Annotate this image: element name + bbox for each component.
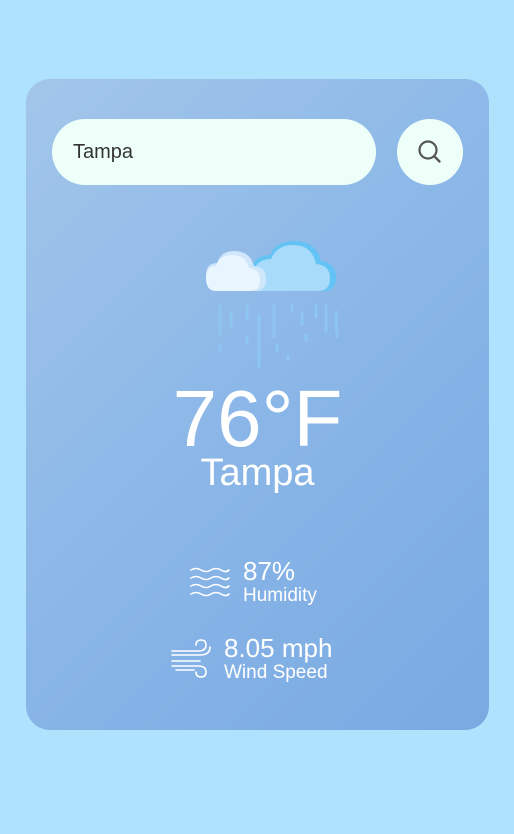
city-name: Tampa bbox=[200, 452, 315, 494]
weather-card: 76°F Tampa 87% Humidity bbox=[26, 79, 489, 730]
wind-text: 8.05 mph Wind Speed bbox=[224, 634, 332, 684]
temperature: 76°F bbox=[172, 374, 343, 463]
search-icon bbox=[418, 140, 441, 163]
rain-cloud-icon bbox=[206, 241, 339, 368]
humidity-detail: 87% Humidity bbox=[189, 557, 317, 607]
humidity-waves-icon bbox=[189, 564, 231, 600]
wind-label: Wind Speed bbox=[224, 662, 328, 683]
humidity-label: Humidity bbox=[243, 585, 317, 606]
wind-value: 8.05 mph bbox=[224, 633, 333, 663]
wind-detail: 8.05 mph Wind Speed bbox=[170, 634, 332, 684]
wind-icon bbox=[170, 639, 212, 679]
humidity-text: 87% Humidity bbox=[243, 557, 317, 607]
search-input[interactable] bbox=[73, 140, 353, 164]
search-box[interactable] bbox=[52, 119, 376, 185]
humidity-value: 87% bbox=[243, 556, 296, 586]
search-button[interactable] bbox=[397, 119, 463, 185]
